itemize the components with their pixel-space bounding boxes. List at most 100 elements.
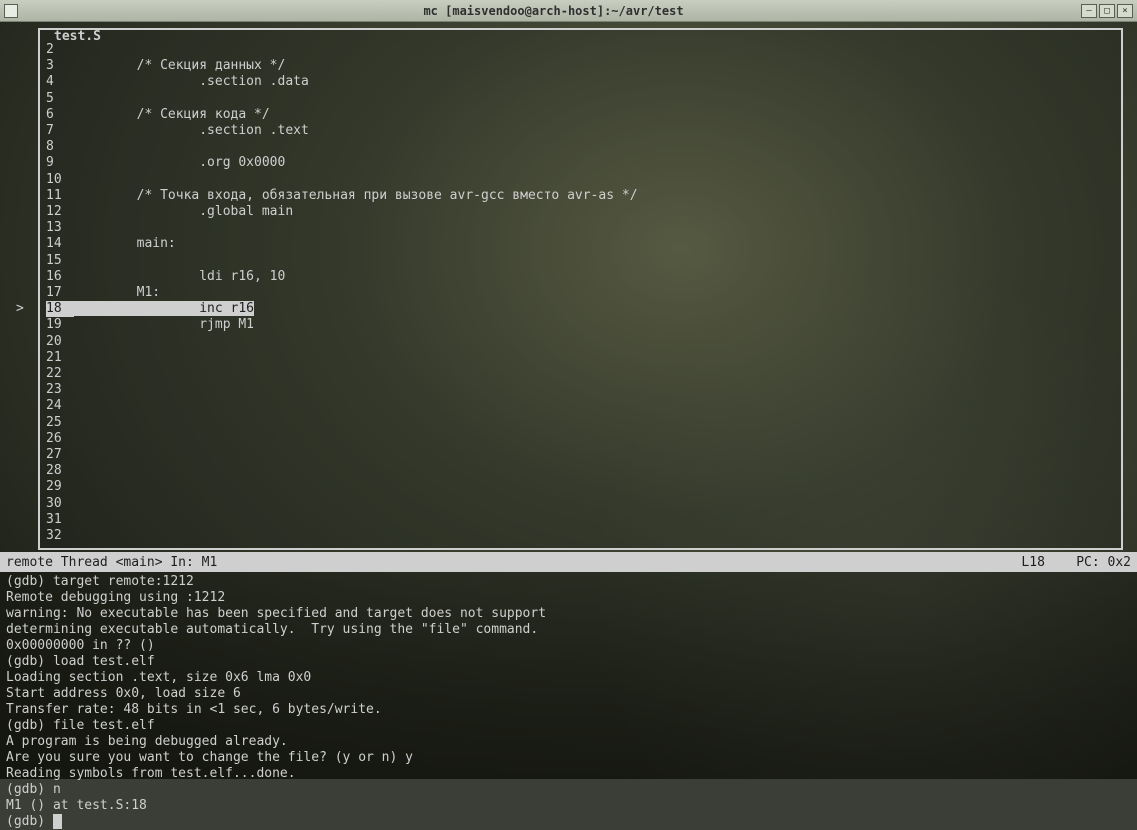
console-prompt: (gdb)	[6, 814, 53, 829]
line-text	[74, 220, 1115, 236]
console-line: (gdb) file test.elf	[6, 718, 1131, 734]
source-filename: test.S	[52, 29, 103, 44]
source-line[interactable]: 31	[46, 512, 1115, 528]
line-text	[74, 139, 1115, 155]
line-number: 11	[46, 188, 74, 204]
line-text: .global main	[74, 204, 1115, 220]
source-line[interactable]: 26	[46, 431, 1115, 447]
line-number: 4	[46, 74, 74, 90]
line-number: 7	[46, 123, 74, 139]
source-line[interactable]: 7 .section .text	[46, 123, 1115, 139]
source-line[interactable]: 14 main:	[46, 236, 1115, 252]
console-prompt-line[interactable]: (gdb)	[6, 814, 1131, 830]
source-line[interactable]: 10	[46, 172, 1115, 188]
maximize-button[interactable]: □	[1099, 4, 1115, 18]
line-text: .section .text	[74, 123, 1115, 139]
source-panel[interactable]: test.S 23 /* Секция данных */4 .section …	[38, 28, 1123, 550]
console-line: 0x00000000 in ?? ()	[6, 638, 1131, 654]
source-line[interactable]: 27	[46, 447, 1115, 463]
line-text	[74, 366, 1115, 382]
line-text	[74, 496, 1115, 512]
source-line[interactable]: 19 rjmp M1	[46, 317, 1115, 333]
line-text	[74, 447, 1115, 463]
line-number: 10	[46, 172, 74, 188]
line-number: 19	[46, 317, 74, 333]
line-number: 17	[46, 285, 74, 301]
source-line[interactable]: 5	[46, 91, 1115, 107]
line-number: 28	[46, 463, 74, 479]
source-line[interactable]: 32	[46, 528, 1115, 544]
source-line[interactable]: 11 /* Точка входа, обязательная при вызо…	[46, 188, 1115, 204]
line-number: 15	[46, 253, 74, 269]
source-line[interactable]: 4 .section .data	[46, 74, 1115, 90]
line-number: 26	[46, 431, 74, 447]
source-line[interactable]: 29	[46, 479, 1115, 495]
source-line[interactable]: 8	[46, 139, 1115, 155]
line-number: 25	[46, 415, 74, 431]
source-line[interactable]: 13	[46, 220, 1115, 236]
source-listing[interactable]: 23 /* Секция данных */4 .section .data56…	[40, 30, 1121, 548]
line-number: 2	[46, 42, 74, 58]
app-icon	[4, 4, 18, 18]
line-number: 9	[46, 155, 74, 171]
line-number: 30	[46, 496, 74, 512]
line-number: 14	[46, 236, 74, 252]
source-line[interactable]: 28	[46, 463, 1115, 479]
window-titlebar: mc [maisvendoo@arch-host]:~/avr/test — □…	[0, 0, 1137, 22]
line-number: 23	[46, 382, 74, 398]
source-line[interactable]: 22	[46, 366, 1115, 382]
console-line: (gdb) target remote:1212	[6, 574, 1131, 590]
source-line[interactable]: 12 .global main	[46, 204, 1115, 220]
source-line[interactable]: 6 /* Секция кода */	[46, 107, 1115, 123]
gdb-console[interactable]: (gdb) target remote:1212Remote debugging…	[0, 572, 1137, 779]
line-text	[74, 172, 1115, 188]
console-line: determining executable automatically. Tr…	[6, 622, 1131, 638]
source-line[interactable]: 24	[46, 398, 1115, 414]
line-text: /* Секция данных */	[74, 58, 1115, 74]
line-text	[74, 398, 1115, 414]
source-line[interactable]: 21	[46, 350, 1115, 366]
console-line: Start address 0x0, load size 6	[6, 686, 1131, 702]
line-text: M1:	[74, 285, 1115, 301]
status-right: L18 PC: 0x2	[1021, 555, 1131, 570]
line-number: 20	[46, 334, 74, 350]
close-button[interactable]: ×	[1117, 4, 1133, 18]
console-line: M1 () at test.S:18	[6, 798, 1131, 814]
status-bar: remote Thread <main> In: M1 L18 PC: 0x2	[0, 552, 1137, 572]
line-text	[74, 253, 1115, 269]
console-line: Reading symbols from test.elf...done.	[6, 766, 1131, 782]
source-line[interactable]: 25	[46, 415, 1115, 431]
source-line[interactable]: 30	[46, 496, 1115, 512]
line-text	[74, 479, 1115, 495]
line-number: 22	[46, 366, 74, 382]
console-line: (gdb) load test.elf	[6, 654, 1131, 670]
line-number: 29	[46, 479, 74, 495]
minimize-button[interactable]: —	[1081, 4, 1097, 18]
line-number: 13	[46, 220, 74, 236]
source-line[interactable]: 17 M1:	[46, 285, 1115, 301]
source-line[interactable]: 20	[46, 334, 1115, 350]
line-number: 27	[46, 447, 74, 463]
line-text	[74, 415, 1115, 431]
source-line[interactable]: >18 inc r16	[46, 301, 1115, 317]
source-line[interactable]: 16 ldi r16, 10	[46, 269, 1115, 285]
status-left: remote Thread <main> In: M1	[6, 555, 217, 570]
terminal-content: test.S 23 /* Секция данных */4 .section …	[0, 22, 1137, 779]
line-text	[74, 334, 1115, 350]
source-line[interactable]: 23	[46, 382, 1115, 398]
line-text	[74, 350, 1115, 366]
source-line[interactable]: 15	[46, 253, 1115, 269]
source-line[interactable]: 2	[46, 42, 1115, 58]
line-number: 24	[46, 398, 74, 414]
line-text: /* Секция кода */	[74, 107, 1115, 123]
window-title: mc [maisvendoo@arch-host]:~/avr/test	[26, 4, 1081, 18]
line-number: 3	[46, 58, 74, 74]
console-line: Loading section .text, size 0x6 lma 0x0	[6, 670, 1131, 686]
source-line[interactable]: 9 .org 0x0000	[46, 155, 1115, 171]
console-line: (gdb) n	[6, 782, 1131, 798]
line-text: .org 0x0000	[74, 155, 1115, 171]
source-line[interactable]: 3 /* Секция данных */	[46, 58, 1115, 74]
line-text	[74, 528, 1115, 544]
console-line: Are you sure you want to change the file…	[6, 750, 1131, 766]
line-number: 21	[46, 350, 74, 366]
